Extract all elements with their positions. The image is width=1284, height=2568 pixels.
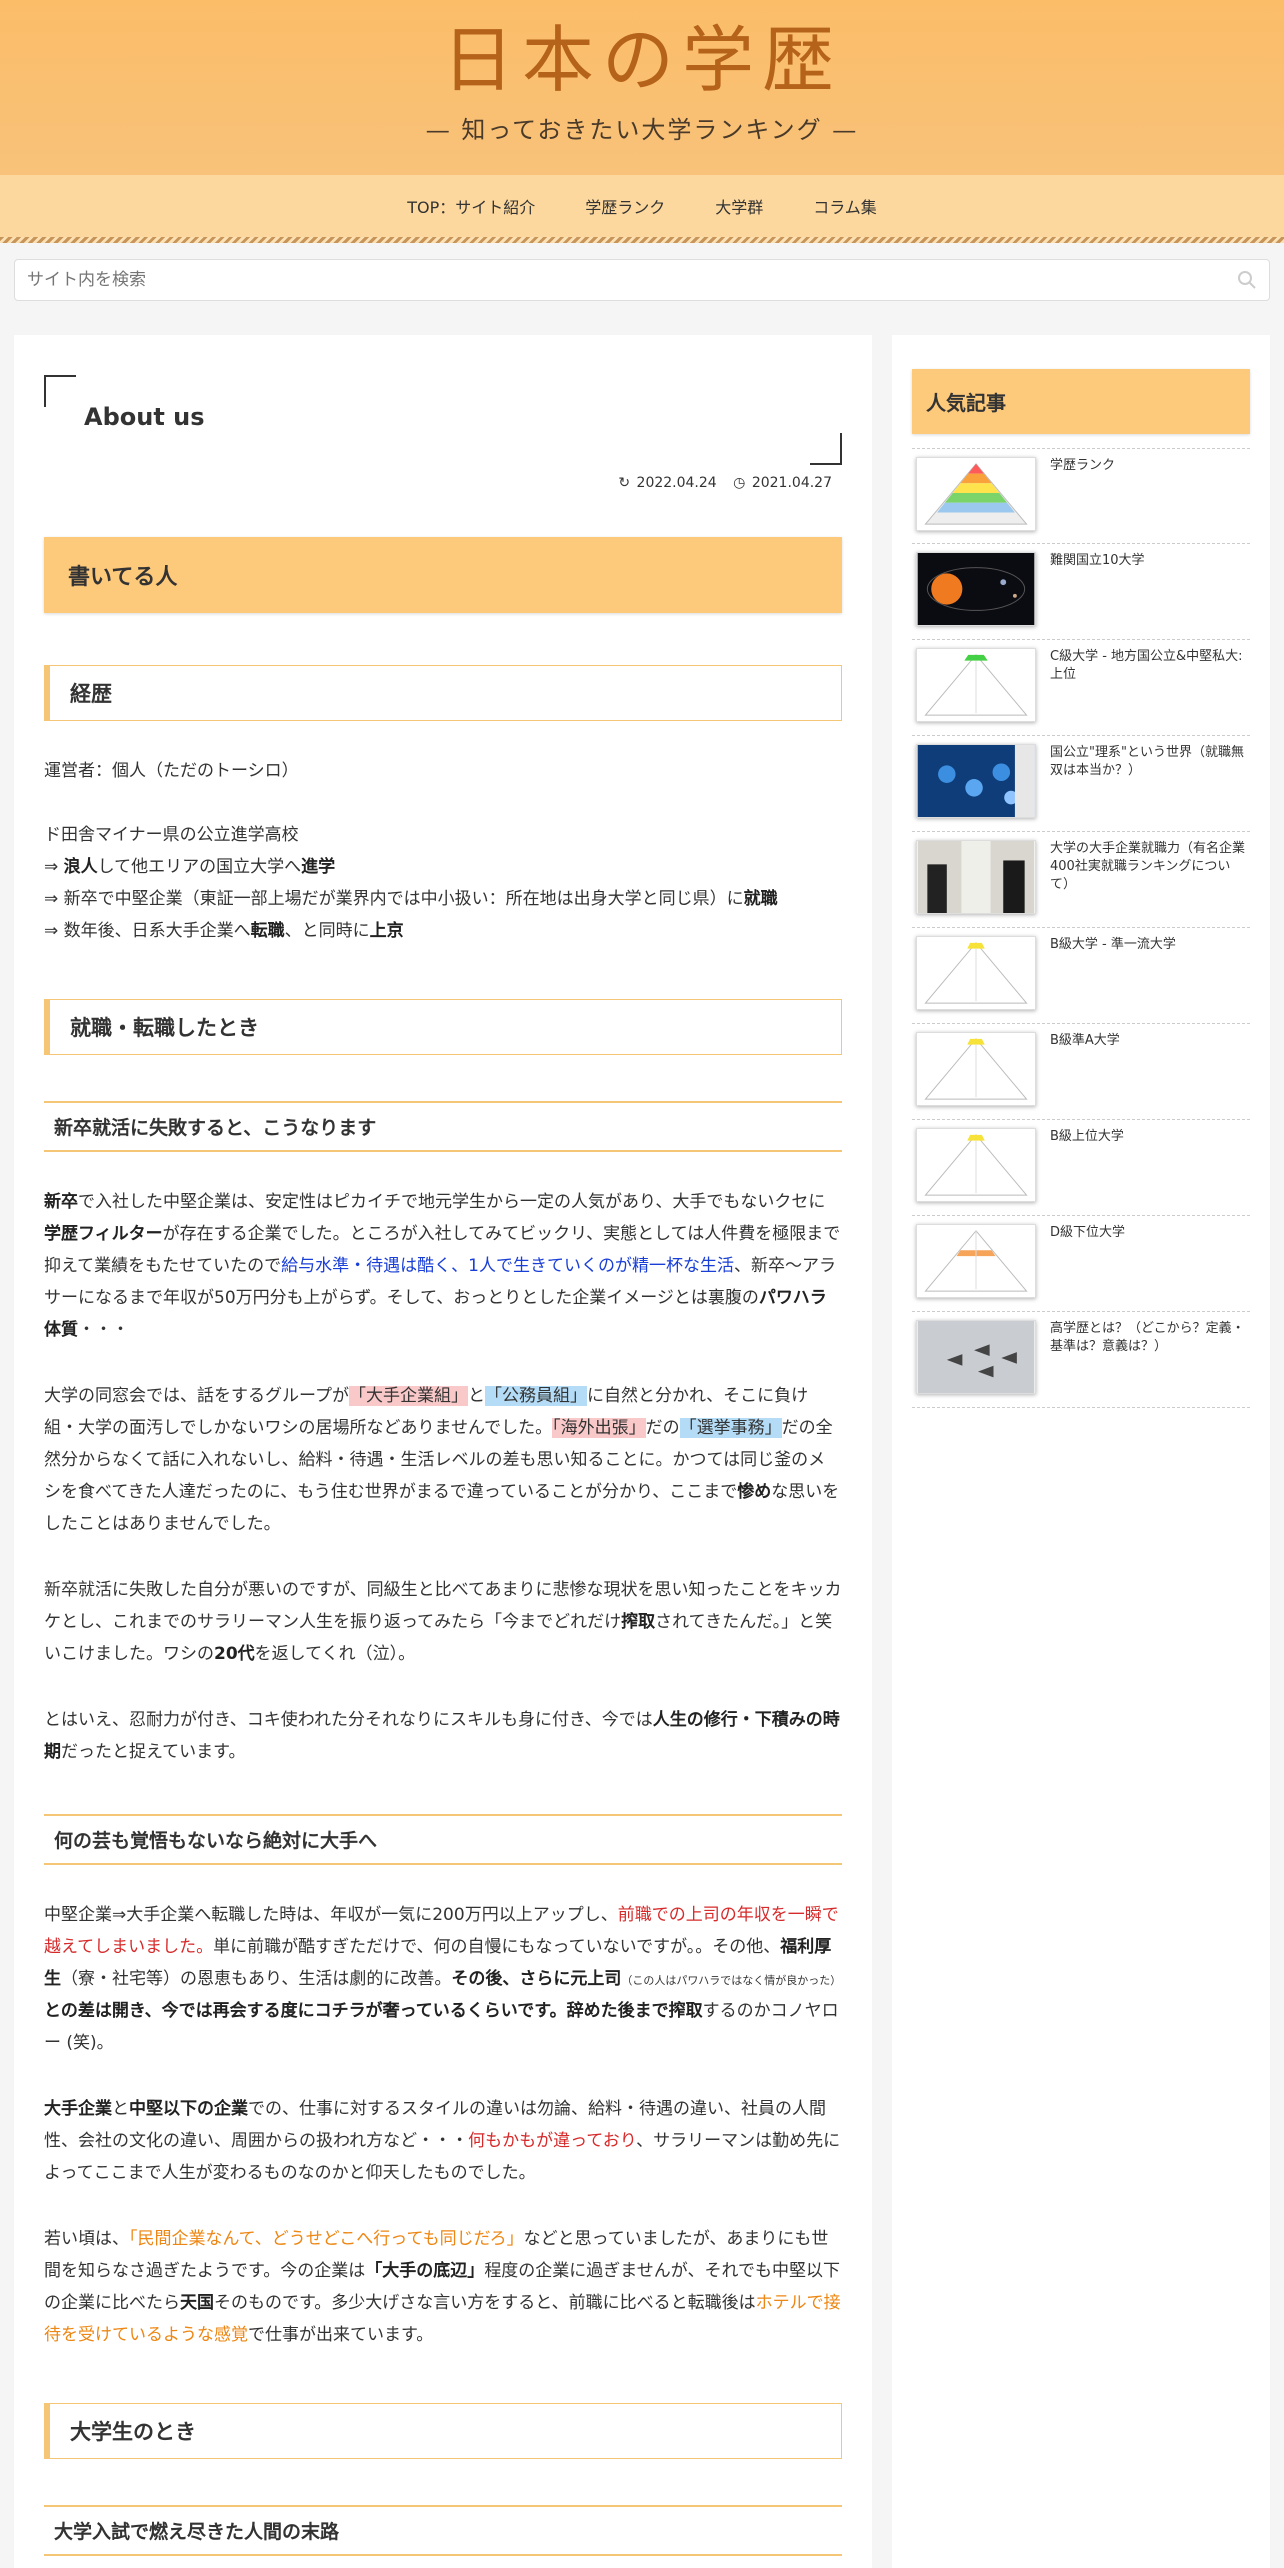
- paragraph: 大学の同窓会では、話をするグループが「大手企業組」と「公務員組」に自然と分かれ、…: [44, 1386, 840, 1534]
- popular-item-label[interactable]: B級大学 - 準一流大学: [1050, 936, 1176, 1013]
- career-block: 運営者：個人（ただのトーシロ） ド田舎マイナー県の公立進学高校 ⇒ 浪人して他エ…: [44, 755, 842, 947]
- thumbnail-image[interactable]: [916, 936, 1036, 1010]
- global-nav: TOP：サイト紹介 学歴ランク 大学群 コラム集: [0, 175, 1284, 243]
- popular-item-label[interactable]: D級下位大学: [1050, 1224, 1125, 1301]
- heading-student: 大学生のとき: [44, 2403, 842, 2459]
- popular-item[interactable]: B級上位大学: [912, 1120, 1250, 1216]
- career-line: ⇒ 浪人して他エリアの国立大学へ進学: [44, 857, 336, 877]
- popular-item-label[interactable]: B級準A大学: [1050, 1032, 1120, 1109]
- content-layout: About us ↻ 2022.04.24 ◷ 2021.04.27 書いてる人…: [0, 301, 1284, 2568]
- career-line: ⇒ 数年後、日系大手企業へ転職、と同時に上京: [44, 921, 404, 941]
- update-icon: ↻: [618, 475, 631, 491]
- paragraph: 新卒就活に失敗した自分が悪いのですが、同級生と比べてあまりに悲惨な現状を思い知っ…: [44, 1580, 842, 1664]
- search-box: [14, 259, 1270, 301]
- popular-item[interactable]: B級準A大学: [912, 1024, 1250, 1120]
- thumbnail-image[interactable]: [916, 1320, 1036, 1394]
- article-title-box: About us: [44, 375, 842, 465]
- popular-item-label[interactable]: 学歴ランク: [1050, 457, 1115, 533]
- corner-decoration: [810, 433, 842, 465]
- paragraph: 中堅企業⇒大手企業へ転職した時は、年収が一気に200万円以上アップし、前職での上…: [44, 1905, 842, 2053]
- popular-item[interactable]: 国公立"理系"という世界（就職無双は本当か？）: [912, 736, 1250, 832]
- popular-item-label[interactable]: C級大学 - 地方国公立&中堅私大:上位: [1050, 648, 1246, 725]
- popular-item[interactable]: 高学歴とは？（どこから？定義・基準は？意義は？）: [912, 1312, 1250, 1408]
- published-date: 2021.04.27: [751, 475, 832, 491]
- search-icon[interactable]: [1237, 270, 1257, 290]
- popular-item[interactable]: 大学の大手企業就職力（有名企業400社実就職ランキングについて）: [912, 832, 1250, 928]
- popular-item-label[interactable]: 高学歴とは？（どこから？定義・基準は？意義は？）: [1050, 1320, 1246, 1397]
- heading-effort: 何の芸も覚悟もないなら絶対に大手へ: [44, 1814, 842, 1865]
- main-content: About us ↻ 2022.04.24 ◷ 2021.04.27 書いてる人…: [14, 335, 872, 2568]
- popular-list: 学歴ランク難関国立10大学 C級大学 - 地方国公立&中堅私大:上位 国公立"理系"…: [912, 448, 1250, 1408]
- thumbnail-image[interactable]: [916, 1224, 1036, 1298]
- heading-job: 就職・転職したとき: [44, 999, 842, 1055]
- career-line: ⇒ 新卒で中堅企業（東証一部上場だが業界内では中小扱い：所在地は出身大学と同じ県…: [44, 889, 778, 909]
- sidebar: 人気記事 学歴ランク難関国立10大学 C級大学 - 地方国公立&中堅私大:上位 国公…: [892, 335, 1270, 2568]
- site-header: 日本の学歴 — 知っておきたい大学ランキング —: [0, 0, 1284, 175]
- thumbnail-image[interactable]: [916, 744, 1036, 818]
- site-subtitle: — 知っておきたい大学ランキング —: [425, 116, 859, 144]
- popular-item-label[interactable]: 国公立"理系"という世界（就職無双は本当か？）: [1050, 744, 1246, 821]
- article-dates: ↻ 2022.04.24 ◷ 2021.04.27: [44, 475, 842, 491]
- site-title[interactable]: 日本の学歴: [0, 24, 1284, 96]
- popular-item-label[interactable]: 大学の大手企業就職力（有名企業400社実就職ランキングについて）: [1050, 840, 1246, 917]
- popular-item[interactable]: B級大学 - 準一流大学: [912, 928, 1250, 1024]
- popular-item-label[interactable]: 難関国立10大学: [1050, 552, 1145, 629]
- heading-writer: 書いてる人: [44, 537, 842, 613]
- heading-exam: 大学入試で燃え尽きた人間の末路: [44, 2505, 842, 2556]
- clock-icon: ◷: [733, 475, 746, 491]
- thumbnail-image[interactable]: [916, 840, 1036, 914]
- heading-fail: 新卒就活に失敗すると、こうなります: [44, 1101, 842, 1152]
- thumbnail-image[interactable]: [916, 457, 1036, 531]
- search-area: [0, 237, 1284, 301]
- popular-item-label[interactable]: B級上位大学: [1050, 1128, 1124, 1205]
- heading-career: 経歴: [44, 665, 842, 721]
- page-title: About us: [84, 403, 205, 431]
- career-line: ド田舎マイナー県の公立進学高校: [44, 825, 299, 845]
- popular-item[interactable]: D級下位大学: [912, 1216, 1250, 1312]
- popular-item[interactable]: C級大学 - 地方国公立&中堅私大:上位: [912, 640, 1250, 736]
- nav-item-rank[interactable]: 学歴ランク: [560, 194, 690, 218]
- nav-item-top[interactable]: TOP：サイト紹介: [382, 194, 560, 218]
- thumbnail-image[interactable]: [916, 1032, 1036, 1106]
- updated-date: 2022.04.24: [636, 475, 717, 491]
- popular-item[interactable]: 難関国立10大学: [912, 544, 1250, 640]
- paragraph: とはいえ、忍耐力が付き、コキ使われた分それなりにスキルも身に付き、今では人生の修…: [44, 1710, 840, 1762]
- corner-decoration: [44, 375, 76, 407]
- thumbnail-image[interactable]: [916, 648, 1036, 722]
- widget-title: 人気記事: [912, 369, 1250, 434]
- paragraph: 若い頃は、「民間企業なんて、どうせどこへ行っても同じだろ」などと思っていましたが…: [44, 2229, 841, 2345]
- career-line: 運営者：個人（ただのトーシロ）: [44, 761, 299, 781]
- search-input[interactable]: [27, 270, 1237, 290]
- thumbnail-image[interactable]: [916, 1128, 1036, 1202]
- nav-item-groups[interactable]: 大学群: [690, 194, 788, 218]
- paragraph: 新卒で入社した中堅企業は、安定性はピカイチで地元学生から一定の人気があり、大手で…: [44, 1192, 841, 1340]
- popular-item[interactable]: 学歴ランク: [912, 448, 1250, 544]
- paragraph: 大手企業と中堅以下の企業での、仕事に対するスタイルの違いは勿論、給料・待遇の違い…: [44, 2099, 841, 2183]
- thumbnail-image[interactable]: [916, 552, 1036, 626]
- nav-item-columns[interactable]: コラム集: [788, 194, 902, 218]
